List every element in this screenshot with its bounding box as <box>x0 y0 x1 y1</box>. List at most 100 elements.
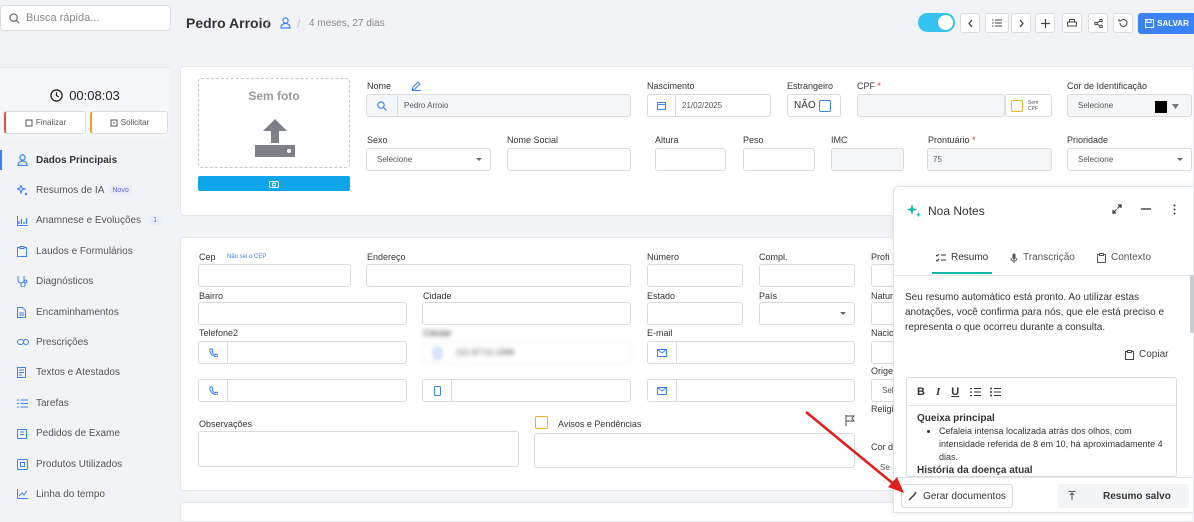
cpf-label: CPF * <box>857 81 881 91</box>
birth-field[interactable]: 21/02/2025 <box>647 94 771 117</box>
city-field[interactable] <box>422 302 631 325</box>
mobile-field[interactable] <box>422 379 631 402</box>
cep-field[interactable] <box>198 264 351 287</box>
country-select[interactable] <box>759 302 855 325</box>
number-field[interactable] <box>647 264 743 287</box>
tab-resumo-label: Resumo <box>951 252 989 263</box>
foreign-field[interactable]: NÃO <box>787 94 841 117</box>
alerts-checkbox[interactable] <box>535 416 548 429</box>
previous-button[interactable] <box>960 13 980 33</box>
foreign-checkbox[interactable] <box>818 99 831 112</box>
print-button[interactable] <box>1062 13 1082 33</box>
italic-button[interactable]: I <box>936 386 940 398</box>
expand-icon[interactable] <box>1112 204 1122 214</box>
sidebar-item-linha-do-tempo[interactable]: Linha do tempo <box>0 480 170 508</box>
history-icon <box>1118 18 1128 28</box>
finalize-button[interactable]: Finalizar <box>4 111 86 134</box>
address-field[interactable] <box>366 264 631 287</box>
save-button[interactable]: SALVAR <box>1138 13 1194 34</box>
social-name-field[interactable] <box>507 148 631 171</box>
pills-icon <box>17 338 31 347</box>
foreign-value: NÃO <box>794 100 816 111</box>
sidebar-item-dados-principais[interactable]: Dados Principais <box>0 146 170 174</box>
history-button[interactable] <box>1113 13 1133 33</box>
add-button[interactable] <box>1035 13 1055 33</box>
sidebar-item-resumos-de-ia[interactable]: Resumos de IA Novo <box>0 176 170 204</box>
alerts-label: Avisos e Pendências <box>558 419 642 429</box>
camera-button[interactable] <box>198 176 350 191</box>
clipboard-icon <box>17 245 31 257</box>
footer-divider <box>894 477 1194 478</box>
bullet-list-icon[interactable] <box>990 387 1002 397</box>
cell-value: (11) 97711-1888 <box>456 348 514 357</box>
new-badge: Novo <box>109 185 132 195</box>
editor-content: Queixa principal Cefaleia intensa locali… <box>907 406 1176 476</box>
complement-field[interactable] <box>759 264 855 287</box>
district-label: Bairro <box>199 291 224 301</box>
sidebar-item-tarefas[interactable]: Tarefas <box>0 389 170 417</box>
height-field[interactable] <box>655 148 726 171</box>
weight-field[interactable] <box>743 148 815 171</box>
color-select[interactable]: Selecione <box>1067 94 1192 117</box>
phone2-field[interactable] <box>198 341 407 364</box>
sidebar-item-anamnese-e-evolu-es[interactable]: Anamnese e Evoluções 1 <box>0 207 170 235</box>
email2-field[interactable] <box>647 379 855 402</box>
summary-editor[interactable]: B I U Queixa principal Cefaleia intensa … <box>906 377 1177 477</box>
name-field[interactable]: Pedro Arroio <box>366 94 631 117</box>
record-field[interactable]: 75 <box>927 148 1052 171</box>
email-field[interactable] <box>647 341 855 364</box>
cep-label: Cep <box>199 252 216 262</box>
sidebar-item-encaminhamentos[interactable]: Encaminhamentos <box>0 298 170 326</box>
more-vertical-icon[interactable] <box>1173 204 1176 215</box>
summary-saved-button[interactable]: Resumo salvo <box>1058 484 1189 508</box>
height-label: Altura <box>655 135 679 145</box>
sidebar-item-textos-e-atestados[interactable]: Textos e Atestados <box>0 359 170 387</box>
sidebar-item-produtos-utilizados[interactable]: Produtos Utilizados <box>0 450 170 478</box>
minimize-icon[interactable] <box>1141 208 1151 210</box>
weight-label: Peso <box>743 135 764 145</box>
cep-unknown-link[interactable]: Não sei o CEP <box>227 254 266 260</box>
sex-select[interactable]: Selecione <box>366 148 491 171</box>
timer-panel: 00:08:03 Finalizar Solicitar <box>0 67 170 139</box>
scrollbar[interactable] <box>1190 275 1194 333</box>
phone-field[interactable] <box>198 379 407 402</box>
sidebar-item-laudos-e-formul-rios[interactable]: Laudos e Formulários <box>0 237 170 265</box>
bold-button[interactable]: B <box>917 386 925 398</box>
phone-icon <box>199 380 228 401</box>
district-field[interactable] <box>198 302 407 325</box>
share-icon <box>1093 18 1103 28</box>
search-box[interactable]: Busca rápida... <box>0 5 171 31</box>
save-label: SALVAR <box>1157 19 1189 28</box>
sidebar-item-label: Textos e Atestados <box>36 367 120 379</box>
no-cpf-toggle[interactable]: Sem CPF <box>1005 94 1052 117</box>
sidebar-item-label: Pedidos de Exame <box>36 428 120 440</box>
summary-saved-label: Resumo salvo <box>1103 490 1171 502</box>
tab-contexto[interactable]: Contexto <box>1097 252 1151 263</box>
state-field[interactable] <box>647 302 743 325</box>
cpf-field[interactable] <box>857 94 1005 117</box>
generate-documents-button[interactable]: Gerar documentos <box>901 484 1013 508</box>
tab-transcricao[interactable]: Transcrição <box>1010 252 1075 263</box>
cell-field[interactable]: (11) 97711-1888 <box>422 341 631 364</box>
sidebar-item-prescri-es[interactable]: Prescrições <box>0 328 170 356</box>
sidebar-item-pedidos-de-exame[interactable]: Pedidos de Exame <box>0 420 170 448</box>
sidebar-item-diagn-sticos[interactable]: Diagnósticos <box>0 268 170 296</box>
toggle-switch[interactable] <box>918 13 955 32</box>
observations-textarea[interactable] <box>198 431 519 467</box>
stethoscope-icon <box>17 276 31 288</box>
share-button[interactable] <box>1088 13 1108 33</box>
priority-select[interactable]: Selecione <box>1067 148 1192 171</box>
photo-placeholder[interactable]: Sem foto <box>198 78 350 168</box>
request-button[interactable]: Solicitar <box>90 111 168 134</box>
copy-button[interactable]: Copiar <box>1125 349 1168 360</box>
ordered-list-icon[interactable] <box>970 387 982 397</box>
tab-resumo[interactable]: Resumo <box>931 252 993 274</box>
next-button[interactable] <box>1011 13 1031 33</box>
edit-name-icon[interactable] <box>411 81 422 91</box>
sidebar-item-label: Linha do tempo <box>36 488 105 500</box>
patient-user-icon[interactable] <box>280 17 291 29</box>
sidebar-item-label: Diagnósticos <box>36 276 94 288</box>
number-label: Número <box>647 252 680 262</box>
list-button[interactable] <box>985 13 1009 33</box>
underline-button[interactable]: U <box>951 386 959 398</box>
